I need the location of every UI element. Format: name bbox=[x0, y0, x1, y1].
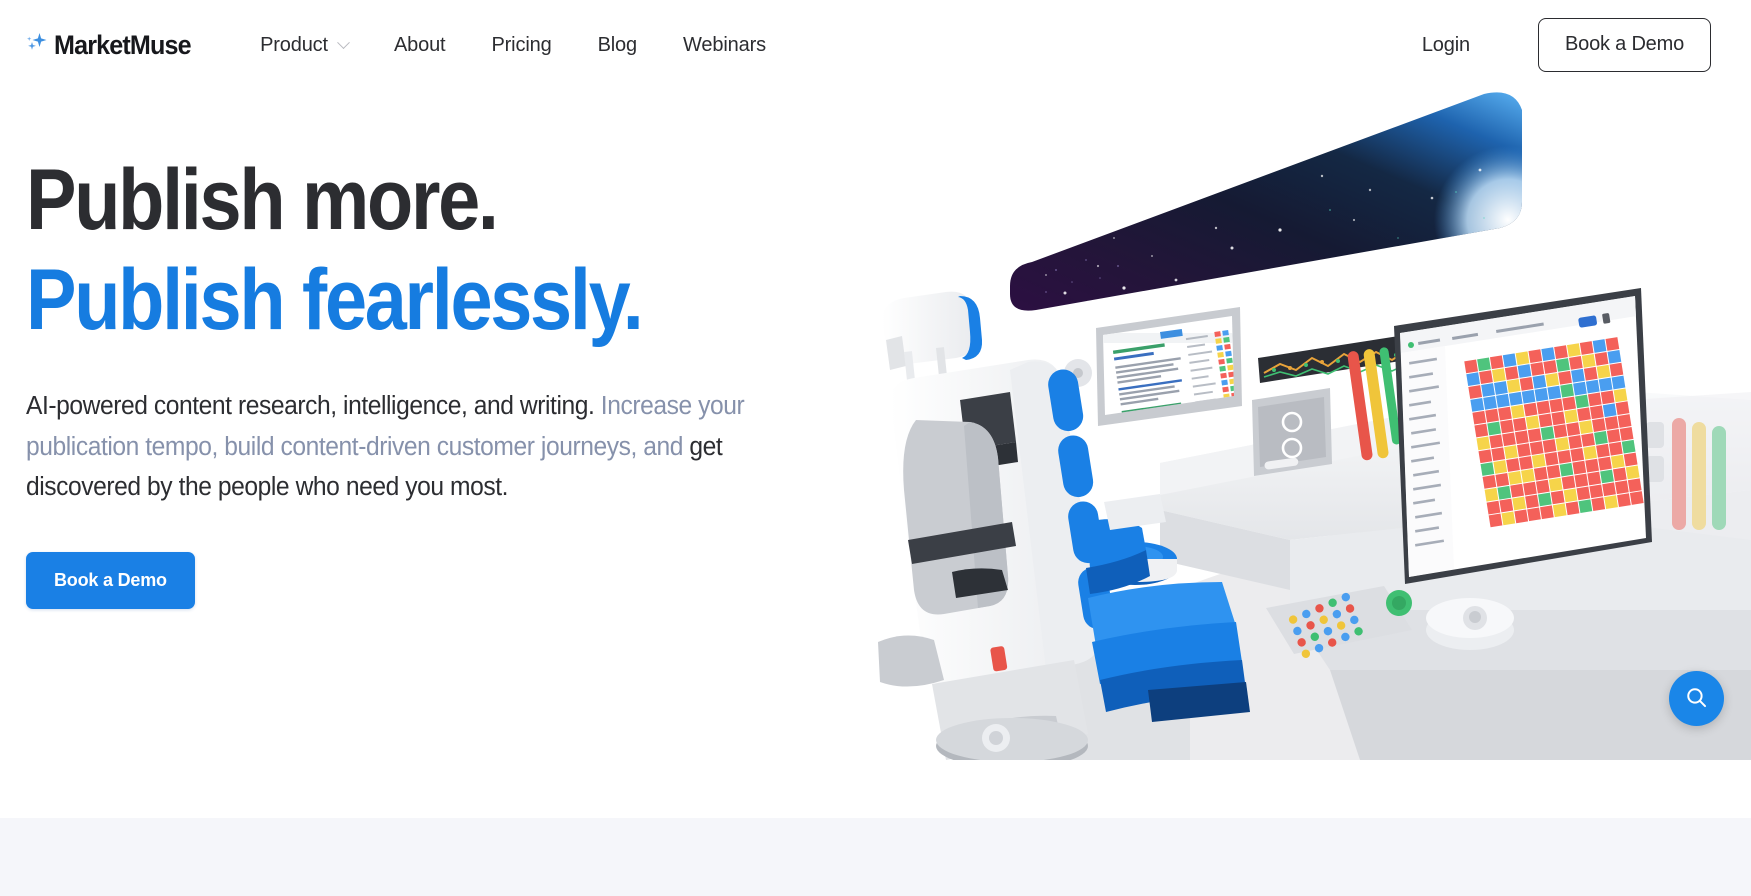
hero-headline-line1: Publish more. bbox=[26, 152, 499, 248]
login-link[interactable]: Login bbox=[1422, 34, 1470, 57]
hero-headline: Publish more. Publish fearlessly. bbox=[26, 150, 792, 350]
hero-content: Publish more. Publish fearlessly. AI-pow… bbox=[26, 150, 896, 609]
search-icon bbox=[1684, 685, 1709, 713]
sparkles-icon bbox=[26, 30, 48, 60]
nav-item-blog[interactable]: Blog bbox=[598, 26, 638, 65]
hero-book-demo-button[interactable]: Book a Demo bbox=[26, 551, 195, 609]
trackball-control bbox=[1426, 598, 1514, 650]
nav-item-product[interactable]: Product bbox=[260, 26, 350, 65]
landing-page: MarketMuse Product About Pricing Blog We… bbox=[0, 0, 1751, 896]
nav-item-product-label: Product bbox=[260, 33, 328, 56]
nav-item-webinars[interactable]: Webinars bbox=[683, 26, 766, 65]
tablet-heatmap-screen bbox=[1394, 288, 1652, 584]
console-instrument-cluster bbox=[1252, 335, 1407, 476]
console-screen-left bbox=[1064, 307, 1242, 426]
chevron-down-icon bbox=[337, 35, 350, 49]
search-floating-button[interactable] bbox=[1669, 671, 1724, 726]
primary-nav: Product About Pricing Blog Webinars bbox=[260, 26, 766, 65]
spaceship-cockpit-illustration bbox=[860, 70, 1751, 760]
cockpit-viewport bbox=[1010, 92, 1522, 311]
hero-subheading-part1: AI-powered content research, intelligenc… bbox=[26, 392, 601, 420]
site-header: MarketMuse Product About Pricing Blog We… bbox=[0, 0, 1751, 90]
header-book-demo-button[interactable]: Book a Demo bbox=[1538, 18, 1711, 72]
hero-headline-line2: Publish fearlessly. bbox=[26, 252, 644, 348]
brand-name: MarketMuse bbox=[54, 29, 192, 60]
next-section-band bbox=[0, 818, 1751, 896]
hero-subheading: AI-powered content research, intelligenc… bbox=[26, 386, 827, 508]
nav-item-about[interactable]: About bbox=[394, 26, 446, 65]
nav-item-pricing[interactable]: Pricing bbox=[491, 26, 551, 65]
header-actions: Login Book a Demo bbox=[1422, 18, 1711, 72]
brand-logo[interactable]: MarketMuse bbox=[26, 30, 201, 61]
